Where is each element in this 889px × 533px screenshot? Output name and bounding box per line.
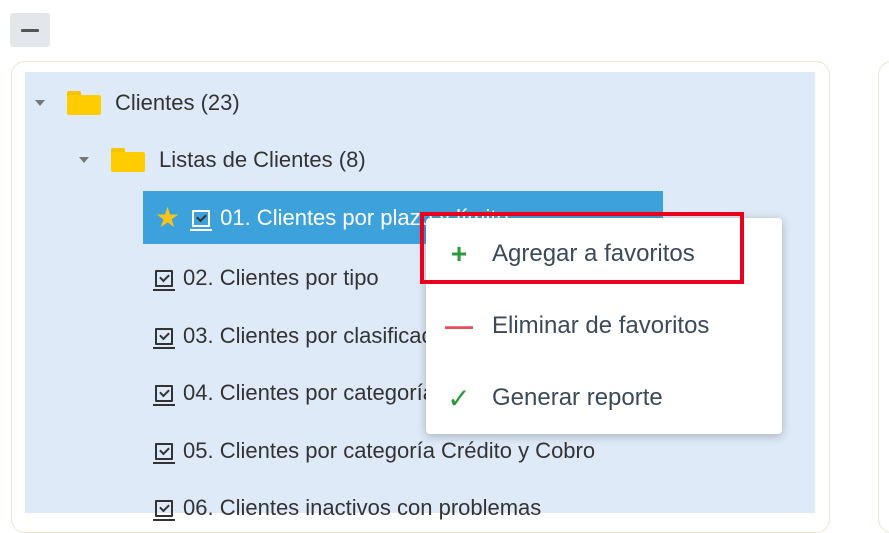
folder-icon (67, 91, 101, 115)
tree-item-05[interactable]: 05. Clientes por categoría Crédito y Cob… (153, 431, 596, 471)
tree-item-label: 03. Clientes por clasificación (183, 323, 462, 348)
report-icon (153, 499, 175, 521)
check-icon: ✓ (447, 382, 471, 414)
minus-icon: — (445, 310, 473, 341)
menu-item-label: Eliminar de favoritos (492, 312, 710, 339)
chevron-down-icon[interactable] (35, 100, 45, 106)
report-icon (190, 209, 213, 231)
collapse-button[interactable] (10, 13, 50, 47)
report-icon (153, 442, 175, 464)
report-icon (153, 269, 175, 291)
minus-icon (21, 28, 39, 32)
tree-item-label: 05. Clientes por categoría Crédito y Cob… (183, 438, 596, 463)
tree-item-label: 06. Clientes inactivos con problemas (183, 495, 542, 520)
tree-node-clientes[interactable]: Clientes (23) (35, 83, 240, 123)
report-icon (153, 327, 175, 349)
star-icon: ★ (155, 202, 181, 233)
tree-item-label: 04. Clientes por categoría (183, 380, 435, 405)
chevron-down-icon[interactable] (79, 157, 89, 163)
tree-node-listas-de-clientes[interactable]: Listas de Clientes (8) (79, 140, 366, 180)
report-icon (153, 384, 175, 406)
menu-item-generar-reporte[interactable]: ✓ Generar reporte (426, 370, 782, 426)
tree-item-02[interactable]: 02. Clientes por tipo (153, 258, 379, 298)
highlight-box (420, 212, 744, 284)
tree-item-label: 02. Clientes por tipo (183, 265, 379, 290)
tree-item-03[interactable]: 03. Clientes por clasificación (153, 316, 462, 356)
right-panel (878, 61, 889, 533)
tree-node-label: Clientes (23) (115, 90, 240, 115)
menu-item-eliminar-favoritos[interactable]: — Eliminar de favoritos (426, 298, 782, 354)
tree-node-label: Listas de Clientes (8) (159, 147, 366, 172)
tree-item-04[interactable]: 04. Clientes por categoría (153, 373, 435, 413)
tree-item-06[interactable]: 06. Clientes inactivos con problemas (153, 488, 542, 528)
menu-item-label: Generar reporte (492, 384, 663, 411)
folder-icon (111, 148, 145, 172)
